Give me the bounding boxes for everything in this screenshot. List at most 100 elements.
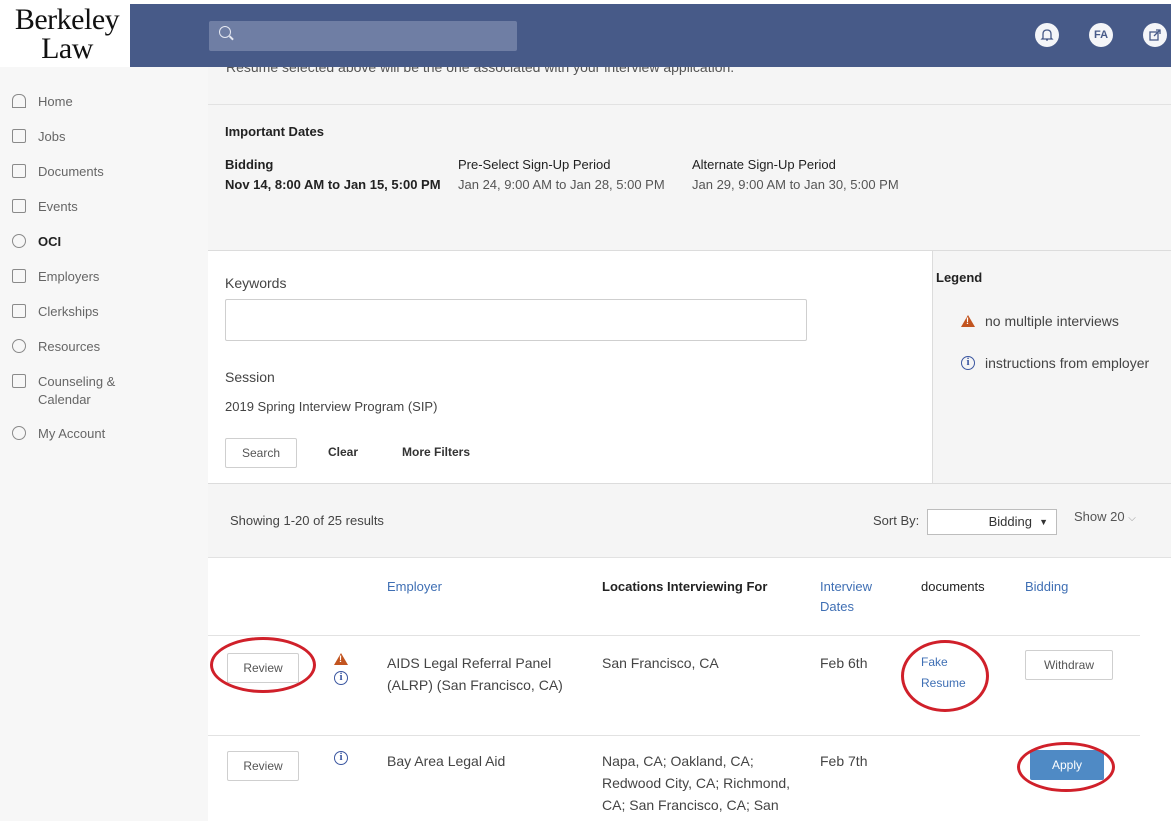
logo-line-2: Law	[41, 32, 93, 65]
sidebar-item-my-account[interactable]: My Account	[12, 425, 105, 445]
period-range: Jan 29, 9:00 AM to Jan 30, 5:00 PM	[692, 177, 899, 192]
sidebar-item-label: Resources	[38, 339, 101, 354]
filters-panel: Keywords Session 2019 Spring Interview P…	[208, 251, 933, 484]
interview-icon	[12, 234, 26, 248]
period-range: Jan 24, 9:00 AM to Jan 28, 5:00 PM	[458, 177, 665, 192]
results-count: Showing 1-20 of 25 results	[230, 513, 384, 528]
legend-label: instructions from employer	[985, 355, 1150, 371]
lightbulb-icon	[12, 339, 26, 353]
employer-line: AIDS Legal Referral Panel	[387, 655, 552, 671]
sort-label: Sort By:	[873, 513, 920, 528]
sort-value: Bidding	[988, 514, 1032, 529]
doc-line: Fake	[921, 655, 948, 669]
sidebar-item-home[interactable]: Home	[12, 93, 73, 113]
keywords-input[interactable]	[225, 299, 807, 341]
sort-select[interactable]: Bidding ▼	[927, 509, 1057, 535]
keywords-label: Keywords	[225, 275, 287, 291]
header-line: Dates	[820, 599, 854, 614]
warning-icon	[961, 315, 975, 327]
location-line: Napa, CA; Oakland, CA;	[602, 753, 754, 769]
session-value: 2019 Spring Interview Program (SIP)	[225, 399, 438, 414]
column-header-interview-dates[interactable]: Interview Dates	[820, 577, 872, 617]
interview-date: Feb 6th	[820, 655, 868, 671]
apply-button[interactable]: Apply	[1030, 750, 1104, 780]
calendar-icon	[12, 199, 26, 213]
sidebar-item-label: Clerkships	[38, 304, 99, 319]
column-header-bidding[interactable]: Bidding	[1025, 577, 1068, 597]
sidebar-item-oci[interactable]: OCI	[12, 233, 61, 253]
legend-item: no multiple interviews	[961, 313, 1119, 329]
sidebar: Home Jobs Documents Events OCI Employers…	[0, 67, 208, 821]
search-button[interactable]: Search	[225, 438, 297, 468]
sidebar-item-documents[interactable]: Documents	[12, 163, 104, 183]
sidebar-item-label: Events	[38, 199, 78, 214]
bell-icon[interactable]	[1035, 23, 1059, 47]
pre-select-period: Pre-Select Sign-Up Period Jan 24, 9:00 A…	[458, 155, 673, 195]
legend-title: Legend	[936, 270, 983, 285]
period-title: Alternate Sign-Up Period	[692, 157, 836, 172]
chevron-down-icon: ▼	[1039, 517, 1048, 527]
important-dates-panel: Important Dates Bidding Nov 14, 8:00 AM …	[208, 105, 1171, 251]
page-size-select[interactable]: Show 20 ⌵	[1074, 509, 1136, 524]
sidebar-item-counseling-calendar[interactable]: Counseling & Calendar	[12, 373, 142, 413]
sidebar-item-jobs[interactable]: Jobs	[12, 128, 65, 148]
scales-icon	[12, 304, 26, 318]
period-range: Nov 14, 8:00 AM to Jan 15, 5:00 PM	[225, 177, 441, 192]
berkeley-law-logo[interactable]: Berkeley Law	[4, 4, 130, 66]
review-button[interactable]: Review	[227, 653, 299, 683]
column-header-locations: Locations Interviewing For	[602, 579, 768, 594]
important-dates-title: Important Dates	[225, 124, 324, 139]
employer-name[interactable]: Bay Area Legal Aid	[387, 750, 587, 772]
session-label: Session	[225, 369, 275, 385]
header-band: FA	[130, 4, 1171, 67]
bidding-period: Bidding Nov 14, 8:00 AM to Jan 15, 5:00 …	[225, 155, 445, 195]
top-bar: Berkeley Law FA	[0, 0, 1171, 67]
building-icon	[12, 269, 26, 283]
sidebar-item-employers[interactable]: Employers	[12, 268, 99, 288]
sidebar-item-resources[interactable]: Resources	[12, 338, 100, 358]
table-row: Review i Bay Area Legal Aid Napa, CA; Oa…	[208, 735, 1140, 821]
logo-line-1: Berkeley	[14, 3, 120, 36]
withdraw-button[interactable]: Withdraw	[1025, 650, 1113, 680]
document-icon	[12, 164, 26, 178]
sidebar-item-events[interactable]: Events	[12, 198, 78, 218]
resume-notice-text: Resume selected above will be the one as…	[226, 67, 735, 75]
sidebar-item-clerkships[interactable]: Clerkships	[12, 303, 99, 323]
period-title: Pre-Select Sign-Up Period	[458, 157, 611, 172]
review-button[interactable]: Review	[227, 751, 299, 781]
sidebar-item-label: Documents	[38, 164, 104, 179]
calendar-icon	[12, 374, 26, 388]
briefcase-icon	[12, 129, 26, 143]
location-line: Redwood City, CA; Richmond,	[602, 775, 791, 791]
sidebar-item-label: My Account	[38, 426, 106, 441]
clear-button[interactable]: Clear	[328, 445, 358, 459]
external-link-icon[interactable]	[1143, 23, 1167, 47]
resume-notice: Resume selected above will be the one as…	[208, 67, 1171, 105]
gear-icon	[12, 426, 26, 440]
sidebar-item-label: Employers	[38, 269, 100, 284]
locations: San Francisco, CA	[602, 655, 719, 671]
resume-document-link[interactable]: Fake Resume	[921, 652, 966, 694]
sidebar-item-label: Counseling & Calendar	[38, 374, 116, 407]
employer-name[interactable]: AIDS Legal Referral Panel (ALRP) (San Fr…	[387, 652, 587, 696]
period-title: Bidding	[225, 157, 274, 172]
location-line: CA; San Francisco, CA; San	[602, 797, 779, 813]
main-content: Resume selected above will be the one as…	[208, 67, 1171, 821]
doc-line: Resume	[921, 676, 966, 690]
interview-date: Feb 7th	[820, 753, 868, 769]
search-icon	[219, 26, 231, 38]
locations: Napa, CA; Oakland, CA; Redwood City, CA;…	[602, 750, 812, 816]
warning-icon	[334, 653, 348, 665]
column-header-employer[interactable]: Employer	[387, 577, 442, 597]
legend-panel: Legend no multiple interviews i instruct…	[933, 251, 1171, 484]
employer-line: Bay Area Legal Aid	[387, 753, 506, 769]
page-size-value: Show 20	[1074, 509, 1125, 524]
info-icon[interactable]: i	[334, 671, 348, 685]
avatar[interactable]: FA	[1089, 23, 1113, 47]
results-toolbar: Showing 1-20 of 25 results Sort By: Bidd…	[208, 484, 1171, 558]
info-icon[interactable]: i	[334, 751, 348, 765]
info-icon: i	[961, 356, 975, 370]
global-search-input[interactable]	[209, 21, 517, 51]
more-filters-button[interactable]: More Filters	[402, 445, 470, 459]
column-header-documents: documents	[921, 579, 985, 594]
